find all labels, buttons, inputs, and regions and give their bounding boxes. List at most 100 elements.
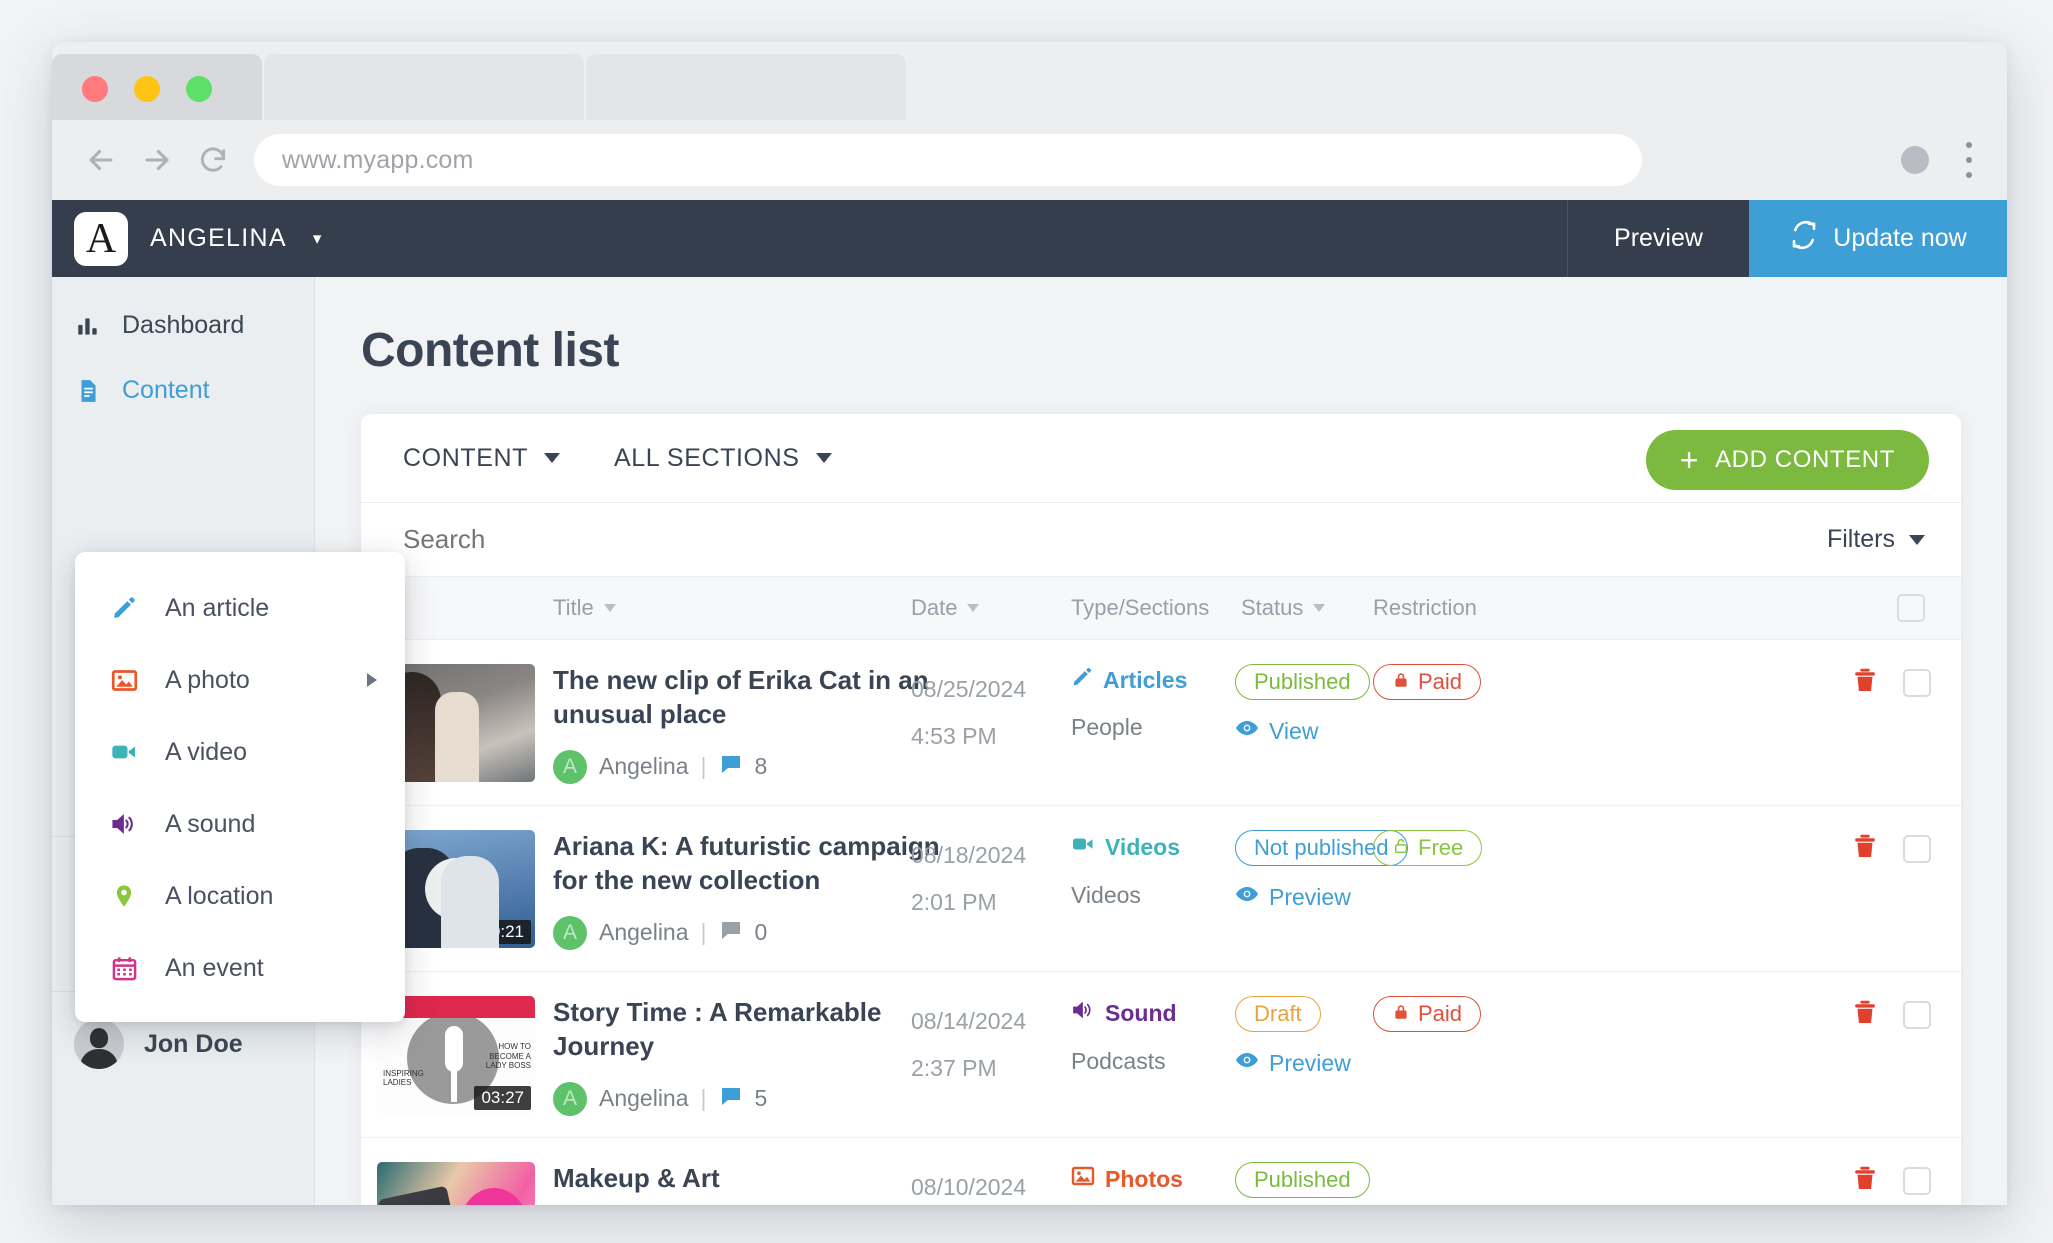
chevron-down-icon: ▾ bbox=[312, 228, 322, 248]
row-actions bbox=[1851, 832, 1931, 865]
maximize-window-button[interactable] bbox=[186, 76, 212, 102]
delete-icon[interactable] bbox=[1851, 666, 1879, 699]
row-view-link[interactable]: View bbox=[1235, 716, 1370, 746]
row-title-cell: Makeup & Art Palette: Rosie Peach Brushe… bbox=[553, 1162, 973, 1205]
row-type[interactable]: Videos bbox=[1071, 832, 1180, 862]
browser-tab-2[interactable] bbox=[264, 54, 584, 120]
play-icon[interactable] bbox=[425, 858, 487, 920]
table-row[interactable]: INSPIRING LADIES HOW TO BECOME A LADY BOSS … bbox=[361, 972, 1961, 1138]
row-title: Makeup & Art bbox=[553, 1163, 720, 1193]
row-checkbox[interactable] bbox=[1903, 1000, 1931, 1029]
column-header-status[interactable]: Status bbox=[1241, 595, 1326, 621]
browser-tab-3[interactable] bbox=[586, 54, 906, 120]
row-title-cell: Ariana K: A futuristic campaign for the … bbox=[553, 830, 973, 950]
content-list-card: CONTENT ALL SECTIONS + ADD CONTENT Searc… bbox=[361, 414, 1961, 1205]
row-actions bbox=[1851, 666, 1931, 699]
row-view-link[interactable]: Preview bbox=[1235, 882, 1408, 912]
url-input[interactable]: www.myapp.com bbox=[254, 134, 1642, 186]
back-icon[interactable] bbox=[78, 137, 124, 183]
menu-item-a-photo[interactable]: A photo bbox=[75, 644, 405, 716]
row-view-link[interactable]: Preview bbox=[1235, 1048, 1351, 1078]
table-row[interactable]: Makeup & Art Palette: Rosie Peach Brushe… bbox=[361, 1138, 1961, 1205]
table-row[interactable]: The new clip of Erika Cat in an unusual … bbox=[361, 640, 1961, 806]
search-input[interactable] bbox=[403, 524, 1103, 555]
delete-icon[interactable] bbox=[1851, 998, 1879, 1031]
table-row[interactable]: 0:21 Ariana K: A futuristic campaign for… bbox=[361, 806, 1961, 972]
content-type-filter[interactable]: CONTENT bbox=[403, 444, 561, 473]
video-icon bbox=[109, 738, 139, 766]
sidebar-item-label-dashboard: Dashboard bbox=[122, 311, 245, 339]
brand-logo-icon: A bbox=[74, 211, 128, 266]
forward-icon[interactable] bbox=[134, 137, 180, 183]
row-type[interactable]: Photos bbox=[1071, 1164, 1195, 1194]
column-header-date[interactable]: Date bbox=[911, 595, 980, 621]
eye-icon bbox=[1235, 1048, 1259, 1078]
chevron-down-icon bbox=[815, 453, 832, 463]
row-time: 4:53 PM bbox=[911, 723, 997, 750]
row-checkbox[interactable] bbox=[1903, 668, 1931, 697]
kebab-menu-icon[interactable] bbox=[1965, 142, 1973, 178]
lock-open-icon bbox=[1392, 835, 1410, 861]
menu-item-an-article[interactable]: An article bbox=[75, 572, 405, 644]
brand-switcher[interactable]: A ANGELINA ▾ bbox=[52, 211, 322, 266]
sidebar-item-content[interactable]: Content bbox=[52, 358, 314, 423]
row-comment-count: 0 bbox=[754, 919, 768, 946]
minimize-window-button[interactable] bbox=[134, 76, 160, 102]
row-status-cell: Published View bbox=[1235, 664, 1370, 746]
row-date: 08/14/2024 bbox=[911, 1008, 1027, 1034]
browser-address-bar: www.myapp.com bbox=[52, 120, 2007, 200]
menu-item-a-location[interactable]: A location bbox=[75, 860, 405, 932]
plus-icon: + bbox=[1679, 442, 1700, 478]
select-all-checkbox[interactable] bbox=[1897, 594, 1925, 622]
row-view-label: Preview bbox=[1269, 1049, 1351, 1076]
reload-icon[interactable] bbox=[190, 137, 236, 183]
row-date-cell: 08/18/2024 2:01 PM bbox=[911, 832, 1026, 926]
add-content-dropdown-menu[interactable]: An article A photo A video A sound A loc… bbox=[75, 552, 405, 1022]
row-comment-count: 8 bbox=[754, 753, 768, 780]
menu-item-an-event[interactable]: An event bbox=[75, 932, 405, 1004]
preview-button[interactable]: Preview bbox=[1567, 200, 1749, 277]
menu-item-label-an-article: An article bbox=[165, 593, 270, 622]
menu-item-a-sound[interactable]: A sound bbox=[75, 788, 405, 860]
row-type[interactable]: Articles bbox=[1071, 666, 1187, 694]
close-window-button[interactable] bbox=[82, 76, 108, 102]
video-icon bbox=[1071, 832, 1095, 862]
row-section: Videos bbox=[1071, 882, 1141, 908]
row-checkbox[interactable] bbox=[1903, 1166, 1931, 1195]
column-header-restriction-label: Restriction bbox=[1373, 595, 1477, 620]
row-type-label: Photos bbox=[1105, 1165, 1183, 1192]
filters-button[interactable]: Filters bbox=[1827, 525, 1925, 554]
chevron-right-icon bbox=[367, 673, 377, 687]
menu-item-a-video[interactable]: A video bbox=[75, 716, 405, 788]
row-status-cell: Draft Preview bbox=[1235, 996, 1351, 1078]
document-icon bbox=[74, 378, 102, 404]
window-traffic-lights bbox=[82, 76, 212, 102]
main-content: Content list CONTENT ALL SECTIONS + ADD … bbox=[315, 277, 2007, 1205]
brand-name: ANGELINA bbox=[150, 224, 287, 252]
delete-icon[interactable] bbox=[1851, 832, 1879, 865]
page-title: Content list bbox=[361, 324, 619, 377]
row-author: Angelina bbox=[599, 753, 689, 780]
restriction-badge: Paid bbox=[1373, 996, 1482, 1032]
row-checkbox[interactable] bbox=[1903, 834, 1931, 863]
row-meta: A Angelina | 5 bbox=[553, 1081, 973, 1116]
sections-filter-label: ALL SECTIONS bbox=[614, 443, 800, 472]
row-meta: A Angelina | 8 bbox=[553, 749, 973, 784]
row-type[interactable]: Sound bbox=[1071, 998, 1177, 1028]
browser-profile-avatar[interactable] bbox=[1901, 146, 1929, 174]
row-section: Podcasts bbox=[1071, 1048, 1166, 1074]
sections-filter[interactable]: ALL SECTIONS bbox=[614, 444, 832, 473]
table-header: Title Date Type/Sections Status Restrict… bbox=[361, 576, 1961, 640]
row-thumbnail[interactable] bbox=[377, 1162, 535, 1205]
photo-icon bbox=[1071, 1164, 1095, 1194]
add-content-button[interactable]: + ADD CONTENT bbox=[1645, 430, 1929, 490]
row-type-label: Sound bbox=[1105, 999, 1177, 1026]
column-header-title[interactable]: Title bbox=[553, 595, 616, 621]
sidebar-item-dashboard[interactable]: Dashboard bbox=[52, 293, 314, 358]
delete-icon[interactable] bbox=[1851, 1164, 1879, 1197]
menu-item-label-a-location: A location bbox=[165, 881, 274, 910]
update-now-button[interactable]: Update now bbox=[1749, 200, 2007, 277]
application-viewport: A ANGELINA ▾ Preview Update now Dashboar… bbox=[52, 200, 2007, 1205]
status-badge: Published bbox=[1235, 664, 1370, 700]
app-topbar: A ANGELINA ▾ Preview Update now bbox=[52, 200, 2007, 277]
